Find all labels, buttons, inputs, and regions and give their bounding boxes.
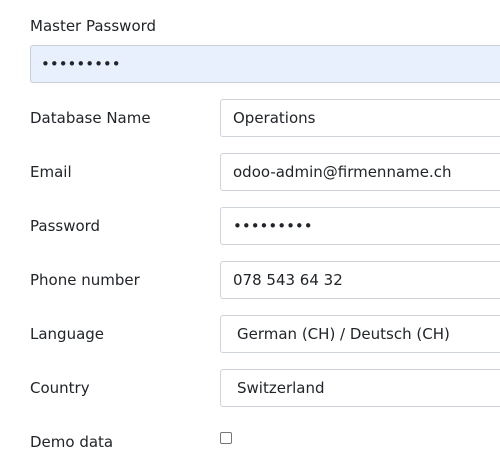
phone-number-label: Phone number <box>30 271 140 289</box>
password-input[interactable] <box>220 207 500 245</box>
email-label: Email <box>30 163 72 181</box>
email-input[interactable] <box>220 153 500 191</box>
demo-data-checkbox[interactable] <box>220 432 232 444</box>
password-label: Password <box>30 217 101 235</box>
database-name-label: Database Name <box>30 109 151 127</box>
create-database-form: Master Password Database Name Email Pass… <box>0 0 500 470</box>
phone-number-input[interactable] <box>220 261 500 299</box>
master-password-label: Master Password <box>30 17 157 35</box>
country-select-value: Switzerland <box>237 379 325 397</box>
language-label: Language <box>30 325 105 343</box>
language-select-value: German (CH) / Deutsch (CH) <box>237 325 450 343</box>
database-name-input[interactable] <box>220 99 500 137</box>
country-label: Country <box>30 379 90 397</box>
demo-data-label: Demo data <box>30 433 114 451</box>
country-select[interactable]: Switzerland <box>220 369 500 407</box>
master-password-input[interactable] <box>30 45 500 83</box>
language-select[interactable]: German (CH) / Deutsch (CH) <box>220 315 500 353</box>
